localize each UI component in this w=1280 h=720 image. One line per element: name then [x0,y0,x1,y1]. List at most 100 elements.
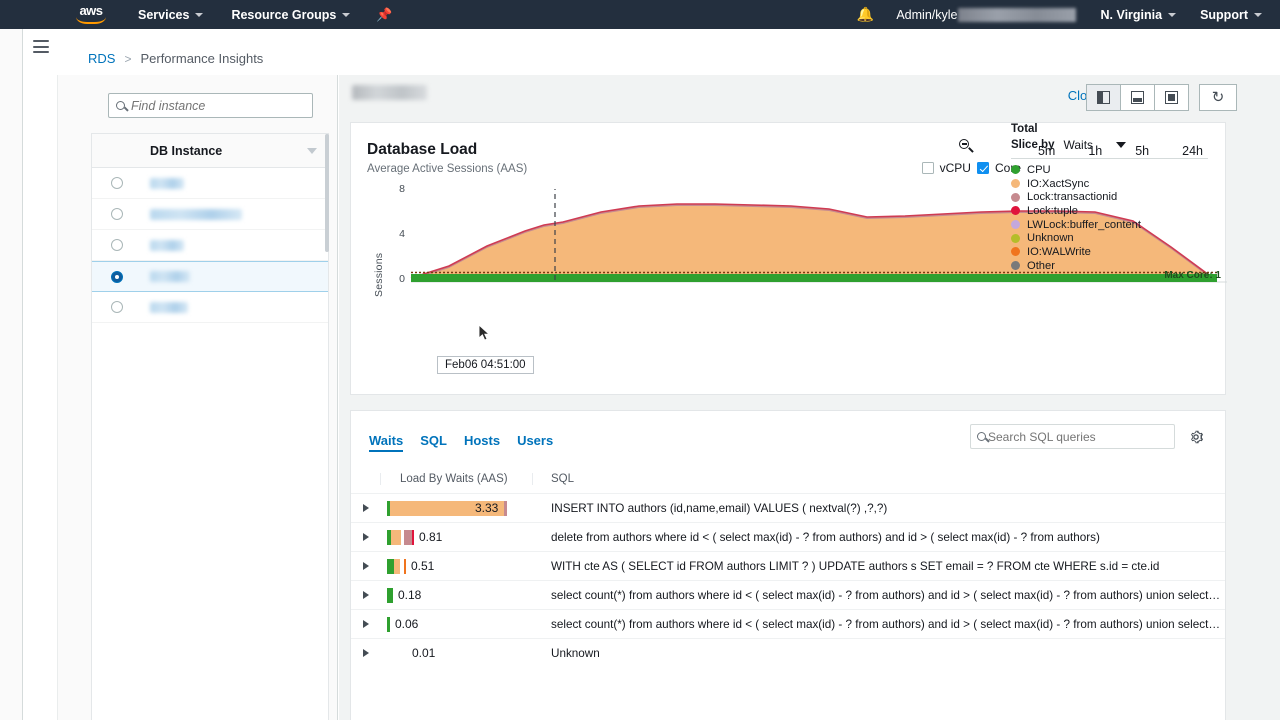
breadcrumb-rds[interactable]: RDS [88,51,115,66]
table-row[interactable]: 3.33 INSERT INTO authors (id,name,email)… [351,493,1225,522]
chevron-down-icon [1116,142,1127,148]
instance-radio[interactable] [111,270,123,283]
instance-row-selected[interactable] [92,261,328,292]
instance-row[interactable] [92,168,328,199]
nav-region[interactable]: N. Virginia [1100,8,1177,22]
tab-users[interactable]: Users [517,433,553,452]
expand-row-icon[interactable] [351,591,380,599]
load-bar-cell: 0.51 [380,558,532,574]
cpu-option-group: vCPU Core [921,161,1021,175]
table-row[interactable]: 0.01 Unknown [351,638,1225,667]
chevron-down-icon [1254,12,1262,17]
nav-support[interactable]: Support [1200,8,1262,22]
expand-row-icon[interactable] [351,649,380,657]
table-row[interactable]: 0.81 delete from authors where id < ( se… [351,522,1225,551]
chevron-down-icon [195,12,204,17]
legend-color-dot [1011,261,1020,271]
instance-panel-scrollbar[interactable] [325,134,329,252]
instance-name-redacted [150,208,242,220]
legend-color-dot [1011,165,1020,175]
load-bar-cell: 3.33 [380,500,532,516]
instance-row[interactable] [92,230,328,261]
legend-color-dot [1011,179,1020,189]
load-bar [387,558,406,574]
legend-item-lock-transactionid[interactable]: Lock:transactionid [1011,190,1221,204]
legend-item-lock-tuple[interactable]: Lock:tuple [1011,204,1221,218]
dimension-tabs: Waits SQL Hosts Users [369,433,553,452]
layout-stacked-icon [1131,91,1144,104]
refresh-icon: ↻ [1211,89,1225,106]
vcpu-checkbox[interactable] [921,162,934,174]
sql-text: WITH cte AS ( SELECT id FROM authors LIM… [551,559,1160,573]
instance-radio[interactable] [111,239,123,251]
instance-table: DB Instance [91,133,329,720]
expand-row-icon[interactable] [351,533,380,541]
legend-item-cpu[interactable]: CPU [1011,163,1221,177]
menu-hamburger-icon[interactable] [33,40,49,53]
slice-by-label: Slice by [1011,139,1055,151]
legend-item-unknown[interactable]: Unknown [1011,231,1221,245]
instance-radio[interactable] [111,301,123,313]
layout-full-button[interactable] [1154,84,1189,111]
legend-label: Lock:transactionid [1027,191,1118,204]
instance-row[interactable] [92,292,328,323]
account-menu[interactable]: Admin/kyle [896,7,1077,22]
search-sql-input[interactable] [988,429,1168,444]
layout-stacked-button[interactable] [1120,84,1155,111]
instance-radio[interactable] [111,177,123,189]
table-row[interactable]: 0.06 select count(*) from authors where … [351,609,1225,638]
aws-logo[interactable]: aws [72,0,110,29]
core-checkbox[interactable] [976,162,989,174]
load-bar [387,616,390,632]
legend-color-dot [1011,247,1020,257]
load-value: 3.33 [475,501,499,515]
nav-right-group: 🔔 Admin/kyle N. Virginia Support [857,0,1280,29]
page-title: Database Load [367,141,478,158]
layout-split-button[interactable] [1086,84,1121,111]
table-row[interactable]: 0.18 select count(*) from authors where … [351,580,1225,609]
waits-table-card: Waits SQL Hosts Users Load By Waits (AAS… [350,410,1226,720]
legend-total-label: Total [1011,123,1038,135]
nav-resource-groups-label: Resource Groups [231,7,337,22]
expand-row-icon[interactable] [351,620,380,628]
bell-icon[interactable]: 🔔 [857,6,874,23]
instance-name-redacted [150,301,188,313]
layout-full-icon [1165,91,1178,104]
tab-waits[interactable]: Waits [369,433,404,452]
legend-item-io-xactsync[interactable]: IO:XactSync [1011,177,1221,191]
settings-gear-icon[interactable] [1188,429,1204,445]
expand-row-icon[interactable] [351,562,380,570]
pin-icon[interactable]: 📌 [376,7,392,23]
load-bar-cell: 0.01 [380,646,532,661]
instance-row[interactable] [92,199,328,230]
chart-hover-tooltip: Feb06 04:51:00 [437,356,534,374]
breadcrumb-separator-icon: > [124,51,132,66]
nav-services-label: Services [138,7,190,22]
legend-item-io-walwrite[interactable]: IO:WALWrite [1011,245,1221,259]
tab-sql[interactable]: SQL [420,433,447,452]
slice-by-control[interactable]: Slice by Waits [1011,138,1221,152]
legend-divider [1011,158,1208,159]
tab-hosts[interactable]: Hosts [464,433,500,452]
find-instance-field[interactable] [108,93,313,118]
nav-services[interactable]: Services [138,7,204,22]
load-bar-cell: 0.06 [380,616,532,632]
search-sql-field[interactable] [970,424,1175,449]
column-header-load-by-waits: Load By Waits (AAS) [380,472,532,485]
legend-color-dot [1011,233,1020,243]
refresh-button[interactable]: ↻ [1199,84,1237,111]
sort-caret-icon[interactable] [307,147,317,154]
search-input[interactable] [131,98,305,113]
table-header-row: Load By Waits (AAS) SQL [351,464,1225,493]
sql-text: select count(*) from authors where id < … [551,588,1221,602]
expand-row-icon[interactable] [351,504,380,512]
zoom-out-icon[interactable] [959,139,974,154]
table-row[interactable]: 0.51 WITH cte AS ( SELECT id FROM author… [351,551,1225,580]
instance-radio[interactable] [111,208,123,220]
load-bar-cell: 0.81 [380,529,532,545]
legend-item-other[interactable]: Other [1011,259,1221,273]
main-content: Close ↻ Database Load Average Active Ses… [339,75,1280,720]
breadcrumb: RDS > Performance Insights [88,51,263,66]
legend-item-lwlock-buffer-content[interactable]: LWLock:buffer_content [1011,218,1221,232]
nav-resource-groups[interactable]: Resource Groups [231,7,351,22]
